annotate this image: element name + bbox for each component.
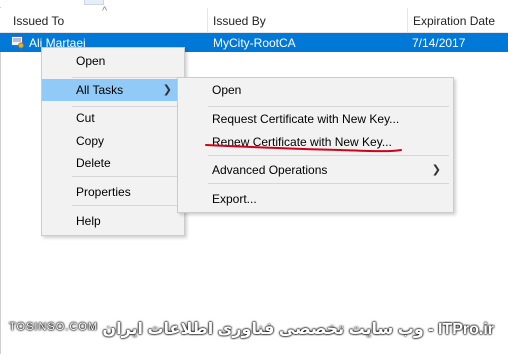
annotation-underline	[205, 144, 402, 153]
watermark-left: TOSINSO.COM	[9, 321, 99, 333]
watermark-right: ITPro.ir - وب سایت تخصصی فناوری اطلاعات …	[102, 321, 494, 338]
